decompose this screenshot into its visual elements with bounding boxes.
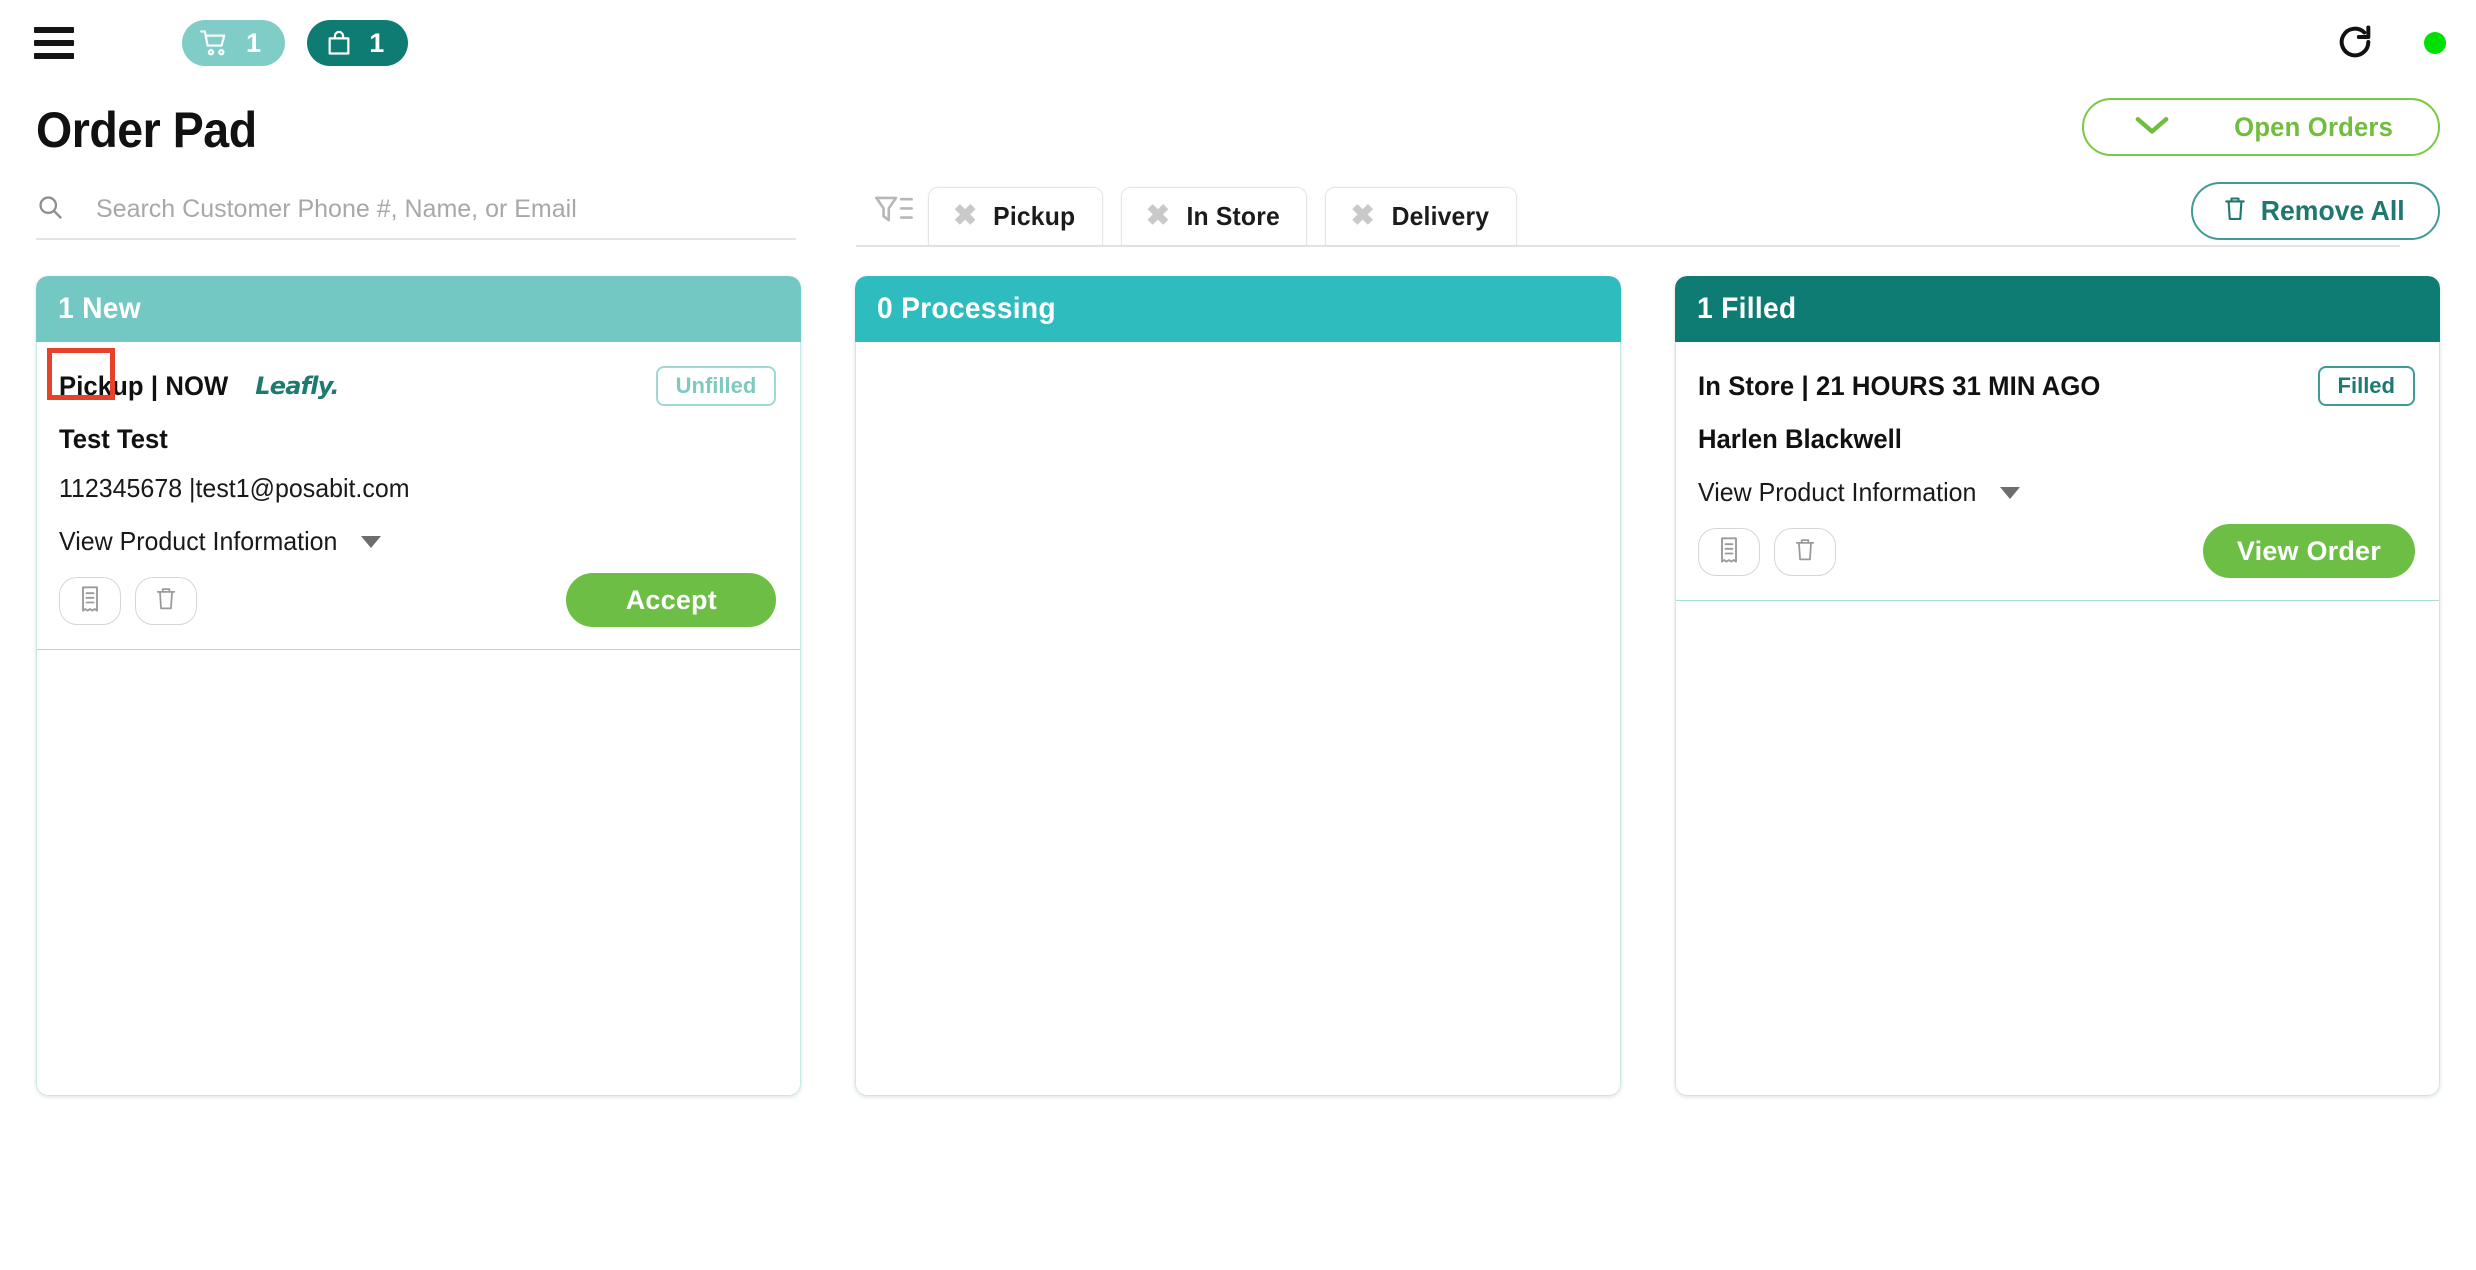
trash-icon [2223,195,2247,228]
column-title: 0 Processing [877,292,1057,325]
filter-chip-delivery[interactable]: ✖ Delivery [1325,187,1517,245]
trash-icon [1794,536,1816,569]
customer-contact: 112345678 |test1@posabit.com [59,473,410,503]
order-card-actions: Accept [59,573,777,629]
close-x-icon[interactable]: ✖ [953,202,977,231]
cart-count-value: 1 [246,27,262,58]
receipt-button[interactable] [1697,528,1760,576]
bag-count-value: 1 [369,27,385,58]
delete-order-button[interactable] [135,577,197,625]
order-card-actions: View Order [1697,524,2415,580]
toolbar: ✖ Pickup ✖ In Store ✖ Delivery Remove Al… [0,174,2476,258]
order-card-header: In Store | 21 HOURS 31 MIN AGO Filled [1698,364,2415,408]
close-x-icon[interactable]: ✖ [1350,202,1374,231]
page-header: Order Pad Open Orders [0,86,2476,174]
cart-count-badge[interactable]: 1 [182,20,286,66]
order-columns: 1 New Pickup | NOW Leafly. Unfilled Test… [0,258,2476,1096]
column-body-processing [855,342,1621,1096]
open-orders-label: Open Orders [2234,111,2394,142]
filter-chip-pickup[interactable]: ✖ Pickup [928,187,1103,245]
caret-down-icon [361,535,381,548]
page-title: Order Pad [36,102,257,158]
column-header-new: 1 New [36,276,802,342]
order-card[interactable]: In Store | 21 HOURS 31 MIN AGO Filled Ha… [1675,342,2439,601]
refresh-button[interactable] [2332,20,2378,66]
column-header-filled: 1 Filled [1674,276,2440,342]
column-empty-space [37,650,800,1095]
column-processing: 0 Processing [855,276,1621,1096]
order-type-line: In Store | 21 HOURS 31 MIN AGO [1697,370,2101,401]
order-card[interactable]: Pickup | NOW Leafly. Unfilled Test Test … [37,342,801,650]
filter-chip-label: Pickup [993,201,1076,231]
chevron-down-icon [2134,113,2170,142]
column-body-new: Pickup | NOW Leafly. Unfilled Test Test … [36,342,802,1096]
caret-down-icon [1999,486,2020,499]
status-badge: Unfilled [655,366,777,406]
view-product-information-toggle[interactable]: View Product Information [1698,477,2020,508]
open-orders-button[interactable]: Open Orders [2082,98,2440,156]
remove-all-label: Remove All [2260,195,2405,226]
trash-icon [155,585,177,618]
column-title: 1 New [58,292,141,325]
filter-chip-label: In Store [1186,201,1281,231]
view-product-information-toggle[interactable]: View Product Information [59,526,381,557]
column-empty-space [856,342,1619,1095]
customer-name: Test Test [59,424,168,454]
leafly-source-logo: Leafly. [255,372,339,400]
filter-icon[interactable] [874,194,914,233]
column-title: 1 Filled [1696,292,1797,325]
close-x-icon[interactable]: ✖ [1146,202,1170,231]
view-order-button[interactable]: View Order [2202,524,2415,578]
view-product-information-label: View Product Information [1697,477,1977,507]
receipt-button[interactable] [59,577,121,625]
order-type-line: Pickup | NOW [59,370,229,401]
refresh-icon [2335,22,2375,65]
receipt-icon [79,585,101,618]
filter-chip-in-store[interactable]: ✖ In Store [1120,187,1308,245]
remove-all-button[interactable]: Remove All [2190,182,2440,240]
search-icon [36,193,64,226]
shopping-bag-icon [325,29,353,57]
shopping-cart-icon [200,29,230,57]
search-field[interactable] [36,193,796,240]
column-filled: 1 Filled In Store | 21 HOURS 31 MIN AGO … [1674,276,2440,1096]
view-product-information-label: View Product Information [59,526,338,556]
column-new: 1 New Pickup | NOW Leafly. Unfilled Test… [36,276,802,1096]
column-empty-space [1676,601,2439,1095]
column-body-filled: In Store | 21 HOURS 31 MIN AGO Filled Ha… [1674,342,2440,1096]
filter-chip-label: Delivery [1391,201,1490,231]
column-header-processing: 0 Processing [855,276,1621,342]
delete-order-button[interactable] [1773,528,1836,576]
online-status-dot [2424,32,2446,54]
top-bar: 1 1 [0,0,2476,86]
bag-count-badge[interactable]: 1 [307,20,409,66]
receipt-icon [1718,536,1740,569]
customer-name: Harlen Blackwell [1697,424,1902,454]
accept-order-button[interactable]: Accept [566,573,777,627]
order-card-header: Pickup | NOW Leafly. Unfilled [47,348,777,408]
status-badge: Filled [2317,366,2415,406]
hamburger-menu-icon[interactable] [34,27,74,59]
search-input[interactable] [80,194,796,226]
top-bar-right-controls [2332,0,2446,86]
filter-chip-bar: ✖ Pickup ✖ In Store ✖ Delivery [856,185,2400,247]
